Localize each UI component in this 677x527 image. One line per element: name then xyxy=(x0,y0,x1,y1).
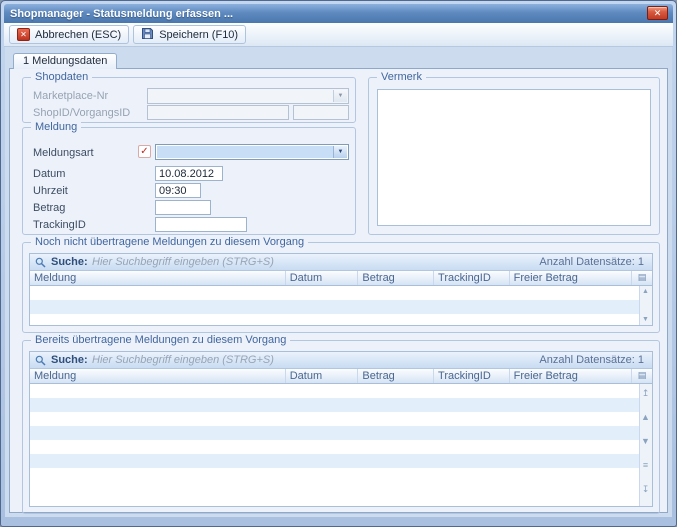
vermerk-textarea[interactable] xyxy=(377,89,651,226)
search-icon xyxy=(35,257,46,268)
cancel-button-label: Abbrechen (ESC) xyxy=(35,29,121,41)
column-chooser-icon[interactable]: ▤ xyxy=(632,369,652,383)
datum-input[interactable] xyxy=(155,166,223,181)
titlebar: Shopmanager - Statusmeldung erfassen ...… xyxy=(4,4,673,23)
transferred-table-body xyxy=(30,384,639,506)
group-vermerk: Vermerk xyxy=(368,77,660,235)
datum-label: Datum xyxy=(33,168,65,180)
table-row[interactable] xyxy=(30,286,639,300)
cancel-icon: ✕ xyxy=(17,28,30,41)
app-window: Shopmanager - Statusmeldung erfassen ...… xyxy=(0,0,677,527)
uhrzeit-label: Uhrzeit xyxy=(33,185,68,197)
trackingid-input[interactable] xyxy=(155,217,247,232)
group-shopdaten-title: Shopdaten xyxy=(31,71,92,83)
search-label: Suche: xyxy=(51,354,88,366)
column-header-meldung[interactable]: Meldung xyxy=(30,369,286,383)
table-row[interactable] xyxy=(30,300,639,314)
betrag-label: Betrag xyxy=(33,202,65,214)
required-check-icon: ✓ xyxy=(138,145,151,158)
column-header-trackingid[interactable]: TrackingID xyxy=(434,271,510,285)
pending-table: Suche: Anzahl Datensätze: 1 Meldung Datu… xyxy=(29,253,653,326)
transferred-table-header: Meldung Datum Betrag TrackingID Freier B… xyxy=(30,369,652,384)
save-icon xyxy=(141,27,154,43)
dropdown-arrow-icon[interactable]: ▼ xyxy=(333,146,347,158)
trackingid-label: TrackingID xyxy=(33,219,86,231)
scroll-down-icon[interactable]: ▼ xyxy=(640,316,651,323)
transferred-search-input[interactable] xyxy=(92,353,422,367)
cancel-button[interactable]: ✕ Abbrechen (ESC) xyxy=(9,25,129,44)
nav-last-icon[interactable]: ↧ xyxy=(640,484,651,494)
table-row[interactable] xyxy=(30,398,639,412)
column-chooser-icon[interactable]: ▤ xyxy=(632,271,652,285)
transferred-table: Suche: Anzahl Datensätze: 1 Meldung Datu… xyxy=(29,351,653,507)
column-header-freier-betrag[interactable]: Freier Betrag xyxy=(510,271,632,285)
meldungsart-label: Meldungsart xyxy=(33,147,94,159)
pending-search-bar: Suche: Anzahl Datensätze: 1 xyxy=(30,254,652,271)
scroll-up-icon[interactable]: ▲ xyxy=(640,288,651,295)
column-header-trackingid[interactable]: TrackingID xyxy=(434,369,510,383)
main-panel: Shopdaten Marketplace-Nr ▼ ShopID/Vorgan… xyxy=(9,68,668,513)
meldungsart-combobox[interactable]: ▼ xyxy=(155,144,349,160)
pending-table-header: Meldung Datum Betrag TrackingID Freier B… xyxy=(30,271,652,286)
marketplace-label: Marketplace-Nr xyxy=(33,90,108,102)
betrag-input[interactable] xyxy=(155,200,211,215)
transferred-nav-strip[interactable]: ↥ ▲ ▼ ≡ ↧ xyxy=(639,384,652,506)
toolbar: ✕ Abbrechen (ESC) Speichern (F10) xyxy=(4,23,673,47)
group-meldung-title: Meldung xyxy=(31,121,81,133)
table-row[interactable] xyxy=(30,426,639,440)
marketplace-combobox[interactable]: ▼ xyxy=(147,88,349,104)
column-header-datum[interactable]: Datum xyxy=(286,271,359,285)
table-row[interactable] xyxy=(30,384,639,398)
pending-search-input[interactable] xyxy=(92,255,422,269)
close-button[interactable]: ✕ xyxy=(647,6,668,20)
dropdown-arrow-icon[interactable]: ▼ xyxy=(333,90,347,102)
shopid-label: ShopID/VorgangsID xyxy=(33,107,130,119)
transferred-search-bar: Suche: Anzahl Datensätze: 1 xyxy=(30,352,652,369)
column-header-betrag[interactable]: Betrag xyxy=(358,369,434,383)
vorgangsid-input[interactable] xyxy=(293,105,349,120)
uhrzeit-input[interactable] xyxy=(155,183,201,198)
group-transferred-title: Bereits übertragene Meldungen zu diesem … xyxy=(31,334,290,346)
meldungsart-combobox-value xyxy=(157,146,333,158)
group-vermerk-title: Vermerk xyxy=(377,71,426,83)
save-button[interactable]: Speichern (F10) xyxy=(133,25,246,44)
marketplace-combobox-value xyxy=(149,90,333,102)
table-row[interactable] xyxy=(30,412,639,426)
pending-record-count: Anzahl Datensätze: 1 xyxy=(539,256,644,268)
search-label: Suche: xyxy=(51,256,88,268)
column-header-betrag[interactable]: Betrag xyxy=(358,271,434,285)
pending-scrollbar[interactable]: ▲ ▼ xyxy=(639,286,652,325)
column-header-meldung[interactable]: Meldung xyxy=(30,271,286,285)
group-meldung: Meldung Meldungsart ✓ ▼ Datum Uhrzeit Be… xyxy=(22,127,356,235)
transferred-record-count: Anzahl Datensätze: 1 xyxy=(539,354,644,366)
client-area: 1 Meldungsdaten Shopdaten Marketplace-Nr… xyxy=(5,47,672,517)
table-row[interactable] xyxy=(30,454,639,468)
save-button-label: Speichern (F10) xyxy=(159,29,238,41)
group-pending-messages: Noch nicht übertragene Meldungen zu dies… xyxy=(22,242,660,333)
tab-label: 1 Meldungsdaten xyxy=(23,55,107,67)
group-pending-title: Noch nicht übertragene Meldungen zu dies… xyxy=(31,236,308,248)
table-row[interactable] xyxy=(30,440,639,454)
group-transferred-messages: Bereits übertragene Meldungen zu diesem … xyxy=(22,340,660,514)
tab-meldungsdaten[interactable]: 1 Meldungsdaten xyxy=(13,53,117,69)
shopid-input[interactable] xyxy=(147,105,289,120)
pending-table-body xyxy=(30,286,639,325)
nav-prev-icon[interactable]: ▲ xyxy=(640,412,651,422)
search-icon xyxy=(35,355,46,366)
nav-first-icon[interactable]: ↥ xyxy=(640,388,651,398)
table-row[interactable] xyxy=(30,468,639,482)
close-icon: ✕ xyxy=(654,8,662,18)
nav-next-icon[interactable]: ▼ xyxy=(640,436,651,446)
window-title: Shopmanager - Statusmeldung erfassen ... xyxy=(4,8,233,20)
column-header-freier-betrag[interactable]: Freier Betrag xyxy=(510,369,632,383)
group-shopdaten: Shopdaten Marketplace-Nr ▼ ShopID/Vorgan… xyxy=(22,77,356,123)
nav-rows-icon[interactable]: ≡ xyxy=(640,460,651,470)
column-header-datum[interactable]: Datum xyxy=(286,369,359,383)
